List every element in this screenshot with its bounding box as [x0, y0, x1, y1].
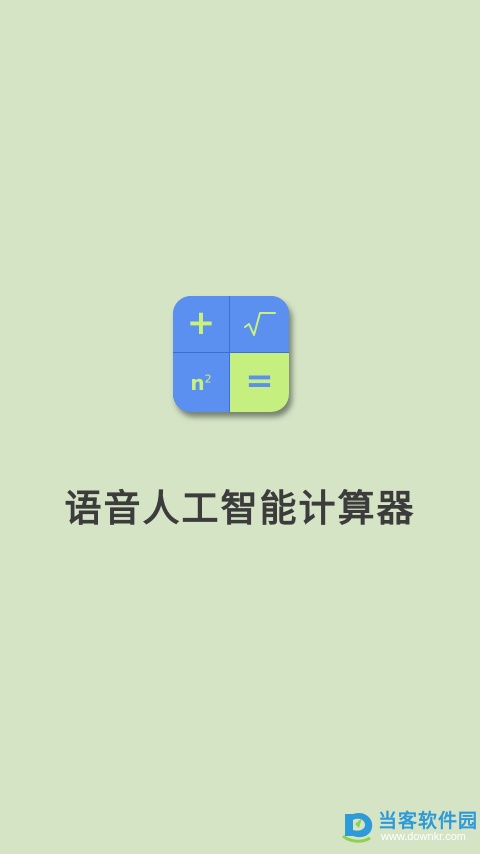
plus-symbol: +	[186, 303, 216, 343]
square-root-key-icon	[230, 296, 289, 353]
watermark-url: www.downkr.com	[381, 831, 466, 843]
equals-key-icon: =	[230, 353, 289, 412]
downkr-logo-icon	[342, 812, 373, 843]
app-title: 语音人工智能计算器	[64, 487, 416, 530]
plus-key-icon: +	[173, 296, 230, 353]
watermark-name: 当客软件园	[378, 810, 479, 832]
calculator-app-icon: + n2 =	[173, 296, 289, 412]
power-symbol: n2	[190, 370, 212, 395]
square-root-icon	[243, 312, 276, 336]
power-key-icon: n2	[173, 353, 230, 412]
watermark: 当客软件园 www.downkr.com	[340, 804, 479, 848]
equals-symbol: =	[245, 361, 274, 401]
